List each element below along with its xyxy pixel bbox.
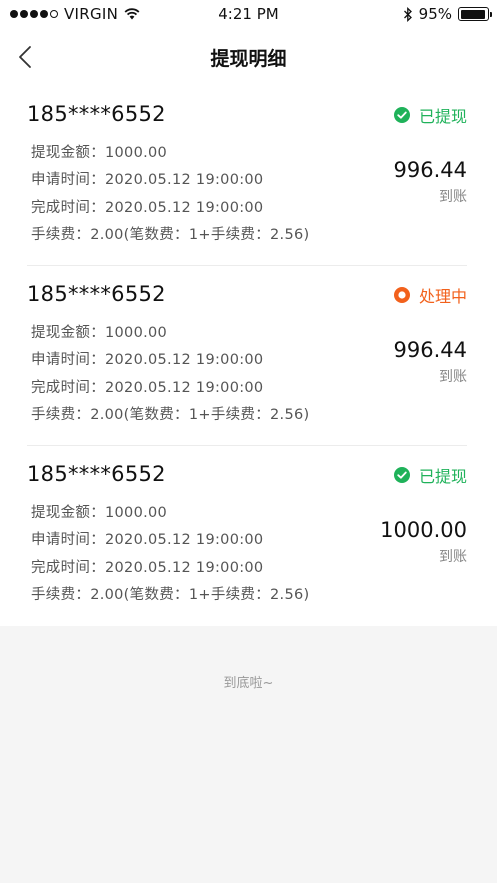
status-right: 95% [403, 5, 492, 23]
battery-percent: 95% [418, 5, 452, 23]
received-label: 到账 [439, 189, 467, 205]
status-badge: 已提现 [393, 463, 467, 487]
apply-time-line: 申请时间：2020.05.12 19:00:00 [31, 172, 264, 188]
fee-line: 手续费：2.00(笔数费：1+手续费：2.56) [31, 407, 310, 423]
complete-time-line: 完成时间：2020.05.12 19:00:00 [31, 200, 264, 216]
received-amount: 996.44 [393, 338, 467, 362]
status-badge: 已提现 [393, 103, 467, 127]
bluetooth-icon [403, 6, 412, 22]
nav-bar: 提现明细 [0, 28, 497, 86]
withdrawal-list: 185****6552 已提现 提现金额：1000.00 申请时间：2020.0… [0, 86, 497, 626]
withdrawal-record[interactable]: 185****6552 已提现 提现金额：1000.00 申请时间：2020.0… [27, 446, 467, 626]
withdrawal-record[interactable]: 185****6552 处理中 提现金额：1000.00 申请时间：2020.0… [27, 266, 467, 446]
account-phone: 185****6552 [27, 462, 166, 486]
status-label: 已提现 [418, 467, 467, 486]
status-badge: 处理中 [393, 283, 467, 307]
fee-line: 手续费：2.00(笔数费：1+手续费：2.56) [31, 587, 310, 603]
processing-dot-icon [393, 287, 410, 303]
withdraw-amount-line: 提现金额：1000.00 [31, 145, 168, 161]
withdrawal-record[interactable]: 185****6552 已提现 提现金额：1000.00 申请时间：2020.0… [27, 86, 467, 266]
fee-line: 手续费：2.00(笔数费：1+手续费：2.56) [31, 227, 310, 243]
apply-time-line: 申请时间：2020.05.12 19:00:00 [31, 532, 264, 548]
received-amount: 996.44 [393, 158, 467, 182]
received-amount: 1000.00 [380, 518, 467, 542]
apply-time-line: 申请时间：2020.05.12 19:00:00 [31, 352, 264, 368]
received-label: 到账 [439, 549, 467, 565]
status-bar: VIRGIN 4:21 PM 95% [0, 0, 497, 28]
withdraw-amount-line: 提现金额：1000.00 [31, 505, 168, 521]
check-circle-icon [393, 467, 410, 483]
account-phone: 185****6552 [27, 102, 166, 126]
received-label: 到账 [439, 369, 467, 385]
complete-time-line: 完成时间：2020.05.12 19:00:00 [31, 560, 264, 576]
page-title: 提现明细 [210, 48, 287, 70]
battery-fill [460, 9, 486, 19]
withdraw-amount-line: 提现金额：1000.00 [31, 325, 168, 341]
check-circle-icon [393, 107, 410, 123]
account-phone: 185****6552 [27, 282, 166, 306]
battery-icon [458, 7, 492, 21]
status-label: 已提现 [418, 107, 467, 126]
complete-time-line: 完成时间：2020.05.12 19:00:00 [31, 380, 264, 396]
end-of-list-text: 到底啦~ [223, 676, 274, 691]
status-label: 处理中 [418, 287, 467, 306]
